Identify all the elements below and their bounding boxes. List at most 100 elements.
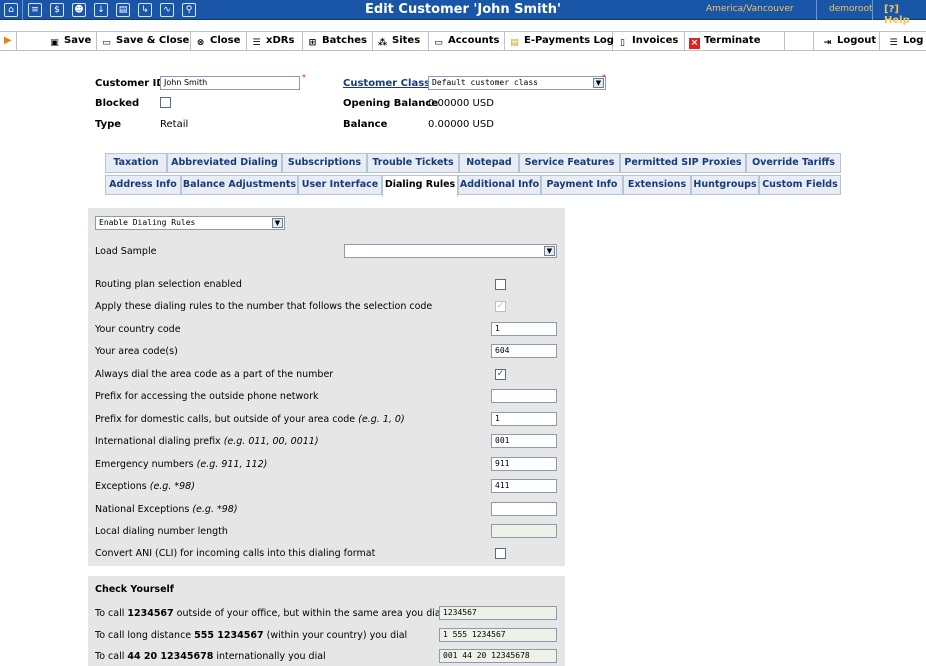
tab-address-info[interactable]: Address Info	[105, 175, 181, 195]
exceptions-label: Exceptions (e.g. *98)	[95, 481, 195, 492]
chart-icon[interactable]: ∿	[160, 3, 174, 17]
customer-class-link[interactable]: Customer Class	[343, 78, 430, 89]
accounts-label: Accounts	[448, 35, 500, 46]
user-name[interactable]: demoroot	[829, 4, 873, 14]
dialing-mode-value: Enable Dialing Rules	[99, 218, 196, 227]
check-international-output: 001 44 20 12345678	[439, 649, 557, 663]
tab-subscriptions[interactable]: Subscriptions	[282, 153, 367, 173]
save-close-icon: ▭	[102, 38, 111, 48]
routing-plan-checkbox[interactable]	[495, 279, 506, 290]
tab-service-features[interactable]: Service Features	[519, 153, 620, 173]
check-text: (within your country) you dial	[263, 630, 408, 641]
billing-icon[interactable]: $	[50, 3, 64, 17]
search-icon[interactable]: ⚲	[182, 3, 196, 17]
balance-label: Balance	[343, 119, 388, 130]
national-exceptions-input[interactable]	[491, 502, 557, 516]
save-button[interactable]: ▣ Save	[45, 32, 97, 51]
invoices-icon: ▯	[620, 38, 625, 48]
logout-button[interactable]: ⇥ Logout	[814, 32, 880, 51]
save-icon: ▣	[50, 38, 59, 48]
tab-additional-info[interactable]: Additional Info	[458, 175, 541, 195]
tab-payment-info[interactable]: Payment Info	[541, 175, 623, 195]
timezone-link[interactable]: America/Vancouver	[706, 4, 794, 14]
intl-prefix-label: International dialing prefix (e.g. 011, …	[95, 436, 319, 447]
xdrs-icon: ☰	[252, 38, 261, 48]
country-code-input[interactable]: 1	[491, 322, 557, 336]
log-icon: ☰	[889, 38, 898, 48]
check-text: To call	[95, 608, 128, 619]
always-dial-area-checkbox[interactable]: ✓	[495, 369, 506, 380]
tab-user-interface[interactable]: User Interface	[298, 175, 382, 195]
check-local-label: To call 1234567 outside of your office, …	[95, 608, 443, 619]
tab-huntgroups[interactable]: Huntgroups	[691, 175, 759, 195]
tab-notepad[interactable]: Notepad	[459, 153, 519, 173]
tariff-icon[interactable]: ▤	[116, 3, 130, 17]
help-link[interactable]: [?] Help	[884, 4, 926, 26]
outside-prefix-label: Prefix for accessing the outside phone n…	[95, 391, 319, 402]
tab-override-tariffs[interactable]: Override Tariffs	[746, 153, 841, 173]
intl-prefix-input[interactable]: 001	[491, 434, 557, 448]
customer-class-value: Default customer class	[432, 78, 538, 87]
blocked-label: Blocked	[95, 98, 140, 109]
sites-button[interactable]: ⁂ Sites	[373, 32, 429, 51]
convert-ani-checkbox[interactable]	[495, 548, 506, 559]
blocked-checkbox[interactable]	[160, 97, 171, 108]
always-dial-area-label: Always dial the area code as a part of t…	[95, 369, 334, 380]
exceptions-hint: (e.g. *98)	[149, 481, 195, 492]
import-icon[interactable]: ↓	[94, 3, 108, 17]
emergency-numbers-input[interactable]: 911	[491, 457, 557, 471]
invoices-button[interactable]: ▯ Invoices	[613, 32, 685, 51]
accounts-button[interactable]: ▭ Accounts	[429, 32, 505, 51]
tab-trouble-tickets[interactable]: Trouble Tickets	[367, 153, 459, 173]
terminate-icon: ×	[689, 38, 700, 49]
tab-taxation[interactable]: Taxation	[105, 153, 167, 173]
opening-balance-label: Opening Balance	[343, 98, 439, 109]
users-icon[interactable]: ☻	[72, 3, 86, 17]
dialing-mode-select[interactable]: Enable Dialing Rules ▼	[95, 216, 285, 230]
sites-icon: ⁂	[377, 38, 388, 48]
toolbar-spacer	[785, 32, 814, 51]
tab-abbreviated-dialing[interactable]: Abbreviated Dialing	[167, 153, 282, 173]
close-button[interactable]: ⊗ Close	[191, 32, 247, 51]
log-button[interactable]: ☰ Log	[880, 32, 926, 51]
sites-label: Sites	[392, 35, 421, 46]
apply-rules-label: Apply these dialing rules to the number …	[95, 301, 433, 312]
top-navigation-bar: ⌂ ≡ $ ☻ ↓ ▤ ↳ ∿ ⚲ Edit Customer 'John Sm…	[0, 0, 926, 26]
domestic-prefix-input[interactable]: 1	[491, 412, 557, 426]
balance-value: 0.00000 USD	[428, 119, 494, 130]
save-close-button[interactable]: ▭ Save & Close	[97, 32, 191, 51]
epayments-label: E-Payments Log	[524, 35, 614, 46]
forward-icon[interactable]: ↳	[138, 3, 152, 17]
toolbar: ▶ ▣ Save ▭ Save & Close ⊗ Close ☰ xDRs ⊞ Batc…	[0, 31, 926, 51]
intl-prefix-hint: (e.g. 011, 00, 0011)	[223, 436, 319, 447]
epayments-log-button[interactable]: ▤ E-Payments Log	[505, 32, 614, 51]
tab-extensions[interactable]: Extensions	[623, 175, 691, 195]
load-sample-select[interactable]: ▼	[344, 244, 557, 258]
batches-button[interactable]: ⊞ Batches	[303, 32, 373, 51]
type-value: Retail	[160, 119, 189, 130]
separator	[22, 0, 23, 20]
separator	[816, 0, 817, 20]
tab-permitted-sip-proxies[interactable]: Permitted SIP Proxies	[620, 153, 746, 173]
toolbar-arrow-icon: ▶	[0, 32, 17, 51]
tab-custom-fields[interactable]: Custom Fields	[759, 175, 841, 195]
close-label: Close	[210, 35, 241, 46]
area-codes-input[interactable]: 604	[491, 344, 557, 358]
apply-rules-checkbox[interactable]: ✓	[495, 301, 506, 312]
home-icon[interactable]: ⌂	[4, 3, 18, 17]
tab-dialing-rules[interactable]: Dialing Rules	[382, 175, 458, 197]
customer-id-input[interactable]: John Smith	[160, 76, 300, 90]
tab-balance-adjustments[interactable]: Balance Adjustments	[181, 175, 298, 195]
xdrs-button[interactable]: ☰ xDRs	[247, 32, 303, 51]
domestic-prefix-text: Prefix for domestic calls, but outside o…	[95, 414, 356, 425]
exceptions-text: Exceptions	[95, 481, 147, 492]
customer-class-select[interactable]: Default customer class ▼	[428, 76, 606, 90]
terminate-button[interactable]: × Terminate	[685, 32, 785, 51]
local-length-input[interactable]	[491, 524, 557, 538]
country-code-label: Your country code	[95, 324, 181, 335]
list-icon[interactable]: ≡	[28, 3, 42, 17]
logout-icon: ⇥	[823, 38, 832, 48]
outside-prefix-input[interactable]	[491, 389, 557, 403]
exceptions-input[interactable]: 411	[491, 479, 557, 493]
check-number: 44 20 12345678	[127, 651, 214, 662]
